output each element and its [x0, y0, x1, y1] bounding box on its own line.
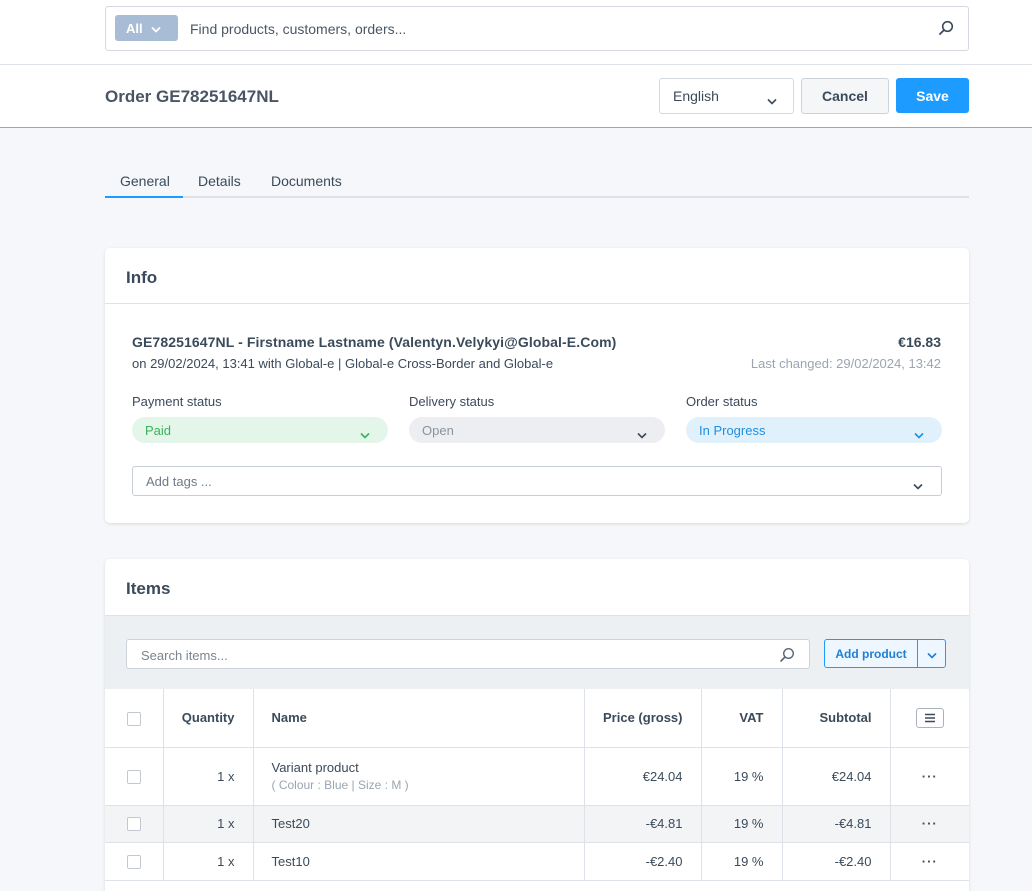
- col-vat[interactable]: VAT: [701, 689, 783, 748]
- order-status-select[interactable]: In Progress: [686, 417, 942, 443]
- add-product-button[interactable]: Add product: [825, 640, 918, 667]
- row-select-cell: [105, 805, 164, 843]
- col-name[interactable]: Name: [253, 689, 585, 748]
- global-search-input[interactable]: [190, 17, 910, 41]
- language-select[interactable]: English: [659, 78, 794, 114]
- item-search-input[interactable]: [141, 645, 761, 665]
- items-card: Items Add product Quantity Name Price (g…: [105, 559, 969, 891]
- more-actions-icon[interactable]: ···: [922, 816, 938, 831]
- col-quantity[interactable]: Quantity: [163, 689, 254, 748]
- row-quantity: 1 x: [163, 805, 254, 843]
- add-product-dropdown[interactable]: [918, 640, 945, 667]
- row-subtotal: -€2.40: [782, 842, 891, 881]
- select-all-cell: [105, 689, 164, 748]
- col-subtotal[interactable]: Subtotal: [782, 689, 891, 748]
- payment-status-value: Paid: [145, 422, 172, 438]
- order-meta: on 29/02/2024, 13:41 with Global-e | Glo…: [132, 356, 554, 371]
- delivery-status-select[interactable]: Open: [409, 417, 665, 443]
- tags-placeholder: Add tags ...: [146, 473, 212, 489]
- order-total: €16.83: [898, 334, 941, 350]
- row-price: €24.04: [584, 747, 702, 806]
- search-icon[interactable]: [779, 647, 795, 666]
- tags-input[interactable]: Add tags ...: [132, 466, 942, 496]
- add-product-split-button: Add product: [824, 639, 946, 668]
- delivery-status-value: Open: [422, 422, 454, 438]
- row-select-cell: [105, 842, 164, 881]
- col-price[interactable]: Price (gross): [584, 689, 702, 748]
- chevron-down-icon: [914, 427, 924, 442]
- top-bar: All: [0, 0, 1032, 65]
- chevron-down-icon: [150, 21, 161, 36]
- page-header: Order GE78251647NL English Cancel Save: [0, 65, 1032, 128]
- row-name: Test10: [253, 842, 585, 881]
- row-name: Variant product: [271, 760, 359, 775]
- page-title: Order GE78251647NL: [105, 87, 279, 106]
- row-variant: ( Colour : Blue | Size : M ): [271, 778, 409, 792]
- row-checkbox[interactable]: [126, 817, 141, 832]
- order-status-value: In Progress: [699, 422, 766, 438]
- table-header-row: Quantity Name Price (gross) VAT Subtotal: [105, 689, 969, 748]
- payment-status-select[interactable]: Paid: [132, 417, 388, 443]
- search-scope-label: All: [126, 20, 143, 36]
- row-subtotal: €24.04: [782, 747, 891, 806]
- table-row[interactable]: 1 x Test20 -€4.81 19 % -€4.81 ···: [105, 805, 969, 843]
- search-scope-dropdown[interactable]: All: [115, 15, 178, 41]
- row-vat: 19 %: [701, 805, 783, 843]
- row-price: -€4.81: [584, 805, 702, 843]
- info-card-title: Info: [126, 268, 158, 287]
- tab-details[interactable]: Details: [198, 173, 241, 189]
- row-checkbox[interactable]: [126, 854, 141, 869]
- more-actions-icon[interactable]: ···: [922, 769, 938, 784]
- chevron-down-icon: [637, 427, 647, 442]
- cancel-button[interactable]: Cancel: [801, 78, 889, 114]
- chevron-down-icon: [360, 427, 370, 442]
- items-toolbar: Add product: [105, 615, 969, 689]
- divider: [105, 303, 969, 304]
- row-actions-cell: ···: [890, 747, 969, 806]
- payment-status-label: Payment status: [132, 394, 222, 409]
- row-actions-cell: ···: [890, 805, 969, 843]
- tab-general[interactable]: General: [120, 173, 170, 189]
- col-actions: [890, 689, 969, 748]
- delivery-status-label: Delivery status: [409, 394, 495, 409]
- tab-documents[interactable]: Documents: [271, 173, 342, 189]
- row-actions-cell: ···: [890, 842, 969, 881]
- row-quantity: 1 x: [163, 747, 254, 806]
- search-icon[interactable]: [938, 20, 954, 39]
- row-checkbox[interactable]: [126, 769, 141, 784]
- table-row[interactable]: 1 x Test10 -€2.40 19 % -€2.40 ···: [105, 842, 969, 881]
- chevron-down-icon: [767, 92, 777, 108]
- row-name-cell: Variant product ( Colour : Blue | Size :…: [253, 747, 585, 806]
- global-search[interactable]: All: [105, 6, 969, 51]
- save-button[interactable]: Save: [896, 78, 969, 113]
- active-tab-indicator: [105, 196, 183, 198]
- order-summary: GE78251647NL - Firstname Lastname (Valen…: [132, 334, 617, 350]
- items-card-title: Items: [126, 579, 171, 598]
- row-name: Test20: [253, 805, 585, 843]
- info-card: Info GE78251647NL - Firstname Lastname (…: [105, 248, 969, 523]
- column-menu-icon[interactable]: [915, 707, 944, 728]
- more-actions-icon[interactable]: ···: [922, 854, 938, 869]
- row-subtotal: -€4.81: [782, 805, 891, 843]
- language-select-value: English: [673, 88, 719, 104]
- row-vat: 19 %: [701, 747, 783, 806]
- row-select-cell: [105, 747, 164, 806]
- row-price: -€2.40: [584, 842, 702, 881]
- item-search[interactable]: [126, 639, 810, 669]
- last-changed: Last changed: 29/02/2024, 13:42: [750, 356, 941, 371]
- items-table: Quantity Name Price (gross) VAT Subtotal…: [105, 689, 969, 881]
- order-status-label: Order status: [686, 394, 758, 409]
- tab-bar: General Details Documents: [105, 160, 969, 198]
- table-row[interactable]: 1 x Variant product ( Colour : Blue | Si…: [105, 747, 969, 806]
- row-quantity: 1 x: [163, 842, 254, 881]
- select-all-checkbox[interactable]: [126, 711, 141, 726]
- chevron-down-icon: [926, 646, 937, 662]
- row-vat: 19 %: [701, 842, 783, 881]
- chevron-down-icon: [913, 478, 923, 493]
